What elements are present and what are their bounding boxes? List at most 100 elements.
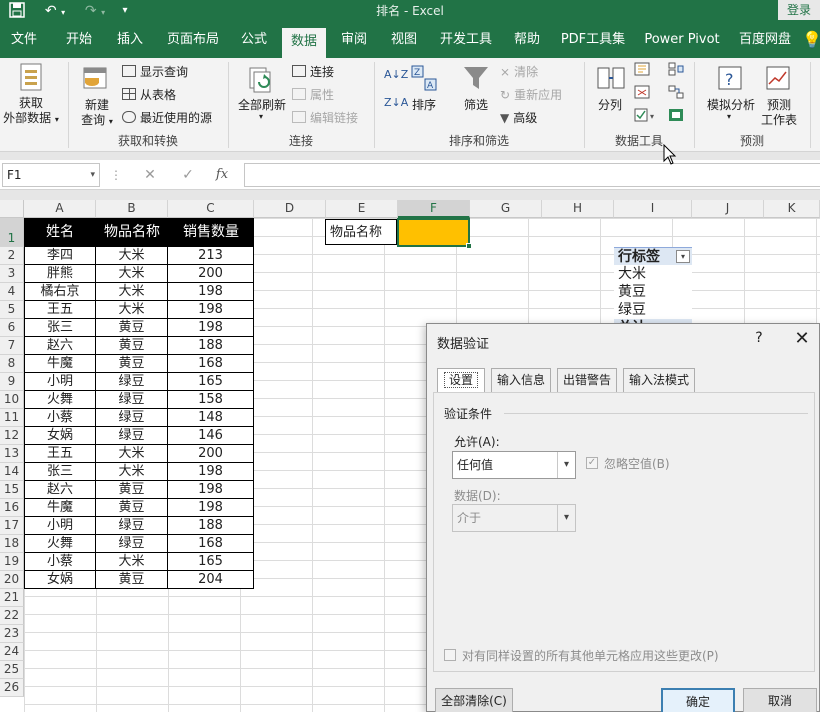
table-cell[interactable]: 168 <box>168 535 254 553</box>
table-cell[interactable]: 198 <box>168 283 254 301</box>
what-if-dropdown-icon[interactable]: ▾ <box>722 112 736 121</box>
text-to-columns-label[interactable]: 分列 <box>594 96 626 113</box>
table-cell[interactable]: 198 <box>168 319 254 337</box>
table-cell[interactable]: 198 <box>168 301 254 319</box>
pivot-item[interactable]: 大米 <box>614 265 692 283</box>
row-header-26[interactable]: 26 <box>0 679 24 697</box>
table-cell[interactable]: 200 <box>168 445 254 463</box>
table-cell[interactable]: 王五 <box>24 301 96 319</box>
row-header-18[interactable]: 18 <box>0 535 24 553</box>
filter-label[interactable]: 筛选 <box>460 96 492 113</box>
table-header-cell[interactable]: 物品名称 <box>96 218 168 247</box>
manage-data-model-icon[interactable] <box>668 108 684 125</box>
column-header-d[interactable]: D <box>254 200 326 218</box>
refresh-all-dropdown-icon[interactable]: ▾ <box>254 112 268 121</box>
cell-f1-selected[interactable] <box>397 218 470 247</box>
table-cell[interactable]: 赵六 <box>24 337 96 355</box>
table-cell[interactable]: 大米 <box>96 301 168 319</box>
pivot-item[interactable]: 绿豆 <box>614 301 692 319</box>
login-button[interactable]: 登录 <box>778 0 820 20</box>
enter-icon[interactable]: ✓ <box>178 166 198 184</box>
tab-settings[interactable]: 设置 <box>437 368 485 393</box>
table-header-cell[interactable]: 姓名 <box>24 218 96 247</box>
tab-help[interactable]: 帮助 <box>506 22 548 58</box>
allow-select[interactable]: 任何值 ▾ <box>452 451 576 479</box>
what-if-analysis-icon[interactable]: ? <box>716 64 744 95</box>
table-cell[interactable]: 绿豆 <box>96 391 168 409</box>
connections-button[interactable]: 连接 <box>292 63 334 80</box>
refresh-all-icon[interactable] <box>246 64 276 97</box>
sort-icon[interactable]: ZA <box>410 64 438 95</box>
remove-duplicates-icon[interactable] <box>634 85 650 102</box>
row-header-21[interactable]: 21 <box>0 589 24 607</box>
table-cell[interactable]: 牛魔 <box>24 355 96 373</box>
table-cell[interactable]: 黄豆 <box>96 337 168 355</box>
tab-ime-mode[interactable]: 输入法模式 <box>623 368 695 392</box>
table-cell[interactable]: 158 <box>168 391 254 409</box>
table-cell[interactable]: 火舞 <box>24 391 96 409</box>
get-external-data-line2[interactable]: 外部数据 ▾ <box>0 109 62 126</box>
column-header-f[interactable]: F <box>398 200 470 218</box>
row-header-9[interactable]: 9 <box>0 373 24 391</box>
row-header-15[interactable]: 15 <box>0 481 24 499</box>
advanced-filter-button[interactable]: ▼ 高级 <box>500 109 537 126</box>
table-cell[interactable]: 204 <box>168 571 254 589</box>
row-header-20[interactable]: 20 <box>0 571 24 589</box>
table-cell[interactable]: 大米 <box>96 265 168 283</box>
table-cell[interactable]: 橘右京 <box>24 283 96 301</box>
table-cell[interactable]: 198 <box>168 463 254 481</box>
recent-sources-button[interactable]: 最近使用的源 <box>122 109 212 126</box>
cancel-icon[interactable]: ✕ <box>140 166 160 184</box>
column-header-e[interactable]: E <box>326 200 398 218</box>
table-cell[interactable]: 李四 <box>24 247 96 265</box>
table-cell[interactable]: 小明 <box>24 517 96 535</box>
table-cell[interactable]: 绿豆 <box>96 409 168 427</box>
forecast-sheet-icon[interactable] <box>764 64 792 95</box>
tab-file[interactable]: 文件 <box>4 22 44 58</box>
table-cell[interactable]: 大米 <box>96 445 168 463</box>
row-header-22[interactable]: 22 <box>0 607 24 625</box>
row-header-8[interactable]: 8 <box>0 355 24 373</box>
help-icon[interactable]: ? <box>751 330 767 346</box>
cancel-button[interactable]: 取消 <box>743 688 817 712</box>
tab-input-message[interactable]: 输入信息 <box>491 368 551 392</box>
flash-fill-icon[interactable] <box>634 62 650 79</box>
sort-ascending-button[interactable]: A↓Z <box>384 68 408 81</box>
row-header-19[interactable]: 19 <box>0 553 24 571</box>
table-cell[interactable]: 165 <box>168 553 254 571</box>
table-cell[interactable]: 148 <box>168 409 254 427</box>
column-header-k[interactable]: K <box>764 200 820 218</box>
new-query-icon[interactable] <box>80 62 112 97</box>
table-cell[interactable]: 黄豆 <box>96 571 168 589</box>
row-header-13[interactable]: 13 <box>0 445 24 463</box>
table-cell[interactable]: 黄豆 <box>96 481 168 499</box>
table-cell[interactable]: 大米 <box>96 463 168 481</box>
what-if-analysis-label[interactable]: 模拟分析 <box>704 96 758 113</box>
table-cell[interactable]: 黄豆 <box>96 355 168 373</box>
table-cell[interactable]: 大米 <box>96 553 168 571</box>
column-header-b[interactable]: B <box>96 200 168 218</box>
tab-formulas[interactable]: 公式 <box>234 22 274 58</box>
table-cell[interactable]: 146 <box>168 427 254 445</box>
table-cell[interactable]: 女娲 <box>24 427 96 445</box>
row-header-4[interactable]: 4 <box>0 283 24 301</box>
chevron-down-icon[interactable]: ▾ <box>90 164 95 186</box>
ok-button[interactable]: 确定 <box>661 688 735 712</box>
table-cell[interactable]: 胖熊 <box>24 265 96 283</box>
table-cell[interactable]: 大米 <box>96 283 168 301</box>
cell-e1[interactable]: 物品名称 <box>325 219 397 245</box>
table-cell[interactable]: 王五 <box>24 445 96 463</box>
table-cell[interactable]: 小蔡 <box>24 409 96 427</box>
chevron-down-icon[interactable]: ▾ <box>557 452 575 478</box>
table-header-cell[interactable]: 销售数量 <box>168 218 254 247</box>
column-header-i[interactable]: I <box>614 200 692 218</box>
column-header-j[interactable]: J <box>692 200 764 218</box>
table-cell[interactable]: 绿豆 <box>96 427 168 445</box>
sort-descending-button[interactable]: Z↓A <box>384 96 408 109</box>
lightbulb-icon[interactable]: 💡 <box>802 22 820 58</box>
data-validation-icon[interactable]: ▾ <box>634 108 658 125</box>
close-icon[interactable]: ✕ <box>793 328 811 349</box>
consolidate-icon[interactable] <box>668 62 684 79</box>
row-header-12[interactable]: 12 <box>0 427 24 445</box>
relationships-icon[interactable] <box>668 85 684 102</box>
